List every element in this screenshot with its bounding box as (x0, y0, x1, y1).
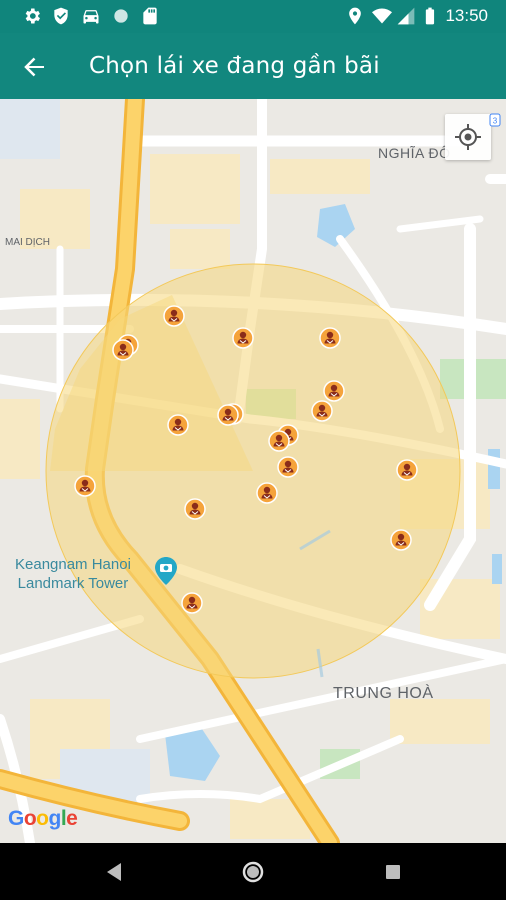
keangnam-line2: Landmark Tower (17, 575, 129, 592)
map-label-mai-dich: MAI DỊCH (5, 237, 50, 248)
driver-pin-icon[interactable] (232, 327, 254, 349)
car-icon (83, 10, 99, 24)
driver-pin-icon[interactable] (268, 430, 290, 452)
system-nav-bar (0, 843, 506, 900)
google-logo: Google (8, 807, 78, 830)
triangle-back-icon[interactable] (99, 857, 129, 887)
sd-card-icon (143, 7, 157, 25)
arrow-back-icon[interactable] (14, 47, 54, 87)
my-location-button[interactable] (445, 114, 491, 160)
circle-home-icon[interactable] (238, 857, 268, 887)
map-label-keangnam[interactable]: Keangnam Hanoi Landmark Tower (15, 555, 131, 593)
driver-pin-icon[interactable] (319, 327, 341, 349)
driver-pin-icon[interactable] (217, 404, 239, 426)
signal-icon (397, 7, 415, 25)
map-label-nghia-do: NGHĨA ĐÔ (378, 145, 451, 161)
driver-pin-icon[interactable] (112, 339, 134, 361)
wifi-icon (372, 8, 392, 24)
camera-poi-icon[interactable] (155, 557, 177, 585)
keangnam-line1: Keangnam Hanoi (15, 556, 131, 573)
circle-icon (114, 9, 128, 23)
map-canvas (0, 99, 506, 843)
battery-icon (425, 7, 435, 25)
clock-text: 13:50 (445, 6, 488, 25)
location-icon (349, 7, 361, 25)
gear-icon (25, 8, 40, 24)
map-label-trung-hoa: TRUNG HOÀ (333, 685, 434, 702)
page-title: Chọn lái xe đang gần bãi (89, 53, 380, 79)
driver-pin-icon[interactable] (323, 380, 345, 402)
square-recents-icon[interactable] (378, 857, 408, 887)
driver-pin-icon[interactable] (390, 529, 412, 551)
driver-pin-icon[interactable] (277, 456, 299, 478)
driver-pin-icon[interactable] (74, 475, 96, 497)
driver-pin-icon[interactable] (167, 414, 189, 436)
driver-pin-icon[interactable] (311, 400, 333, 422)
app-bar: Chọn lái xe đang gần bãi (0, 33, 506, 99)
driver-pin-icon[interactable] (396, 459, 418, 481)
shield-icon (54, 7, 68, 25)
driver-pin-icon[interactable] (181, 592, 203, 614)
map-view[interactable]: NGHĨA ĐÔ MAI DỊCH Keangnam Hanoi Landmar… (0, 99, 506, 843)
driver-pin-icon[interactable] (256, 482, 278, 504)
crosshair-icon (455, 124, 481, 150)
driver-pin-icon[interactable] (184, 498, 206, 520)
map-badge-icon: 3 (489, 113, 501, 127)
driver-pin-icon[interactable] (163, 305, 185, 327)
status-bar: 13:50 (0, 0, 506, 33)
svg-text:3: 3 (493, 117, 498, 126)
